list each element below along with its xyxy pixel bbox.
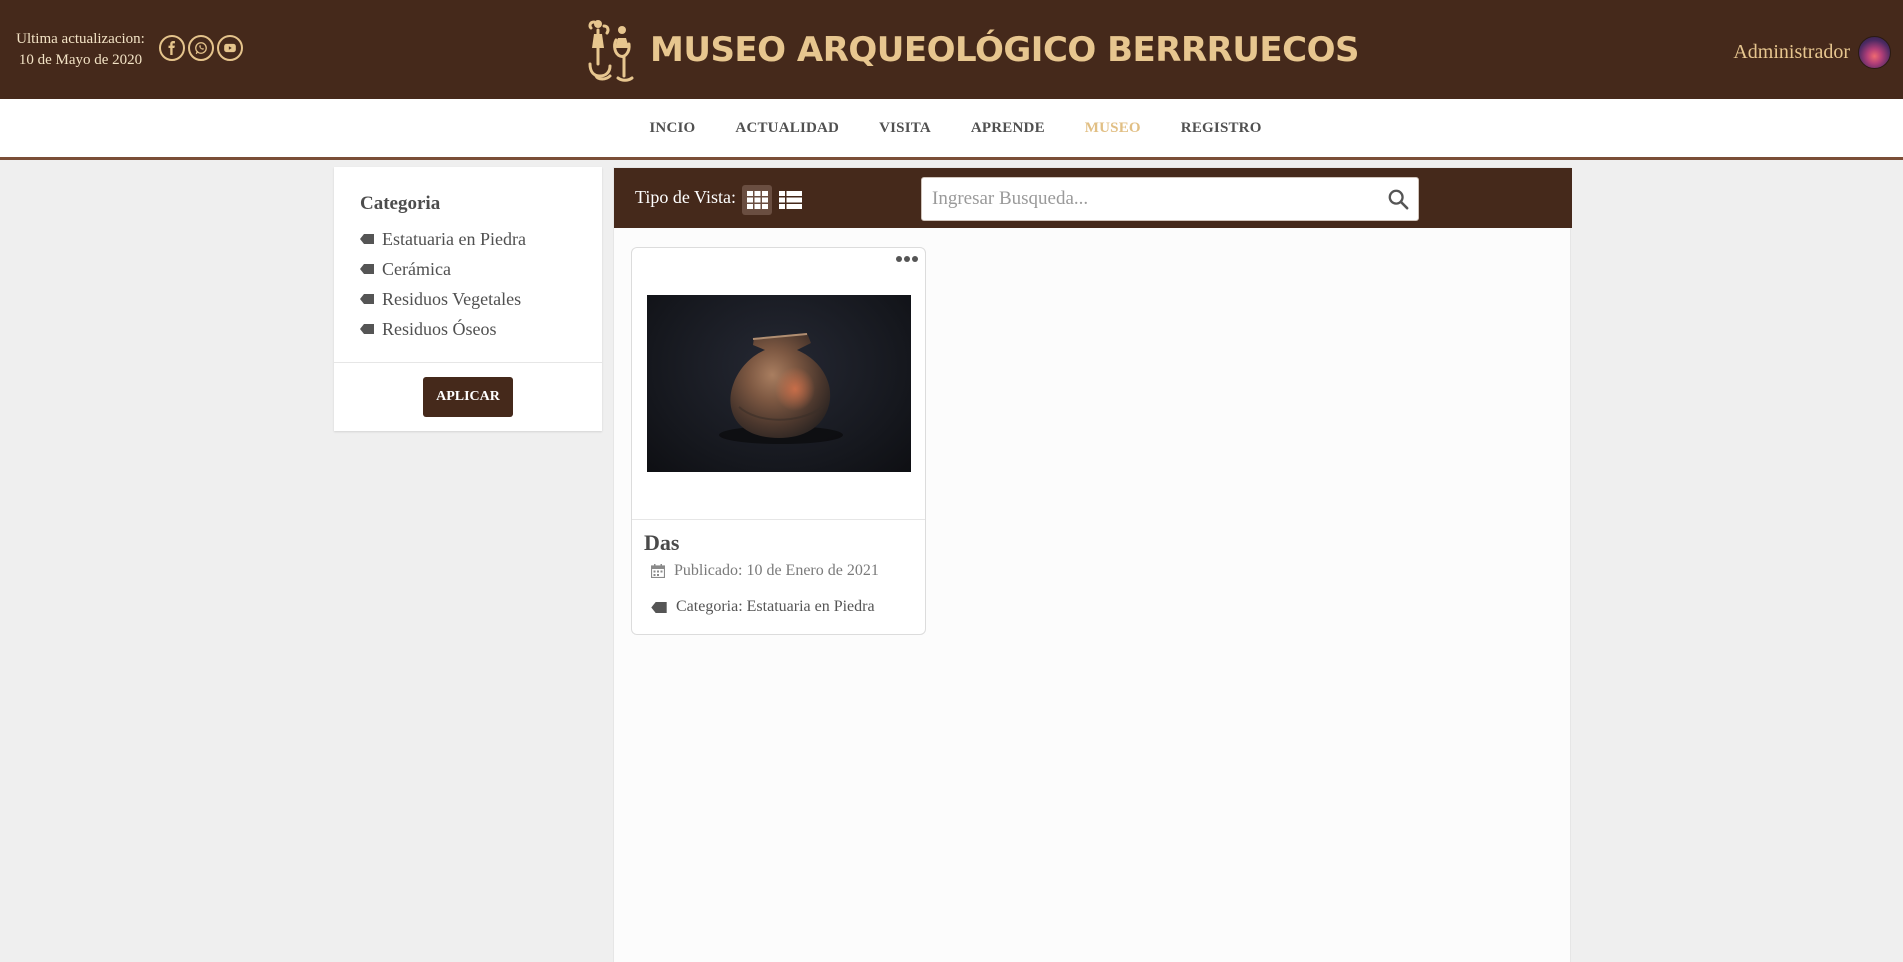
tag-icon [651, 601, 667, 613]
youtube-icon[interactable] [217, 35, 243, 61]
last-update-label: Ultima actualizacion: [16, 31, 145, 47]
top-header: Ultima actualizacion: 10 de Mayo de 2020 [0, 0, 1903, 99]
category-item-residuos-vegetales[interactable]: Residuos Vegetales [360, 284, 526, 314]
whatsapp-icon[interactable] [188, 35, 214, 61]
nav-item-registro[interactable]: REGISTRO [1161, 99, 1282, 157]
category-item-residuos-oseos[interactable]: Residuos Óseos [360, 314, 526, 344]
catalog-panel: Tipo de Vista: Ingresar Busqueda... Das … [613, 167, 1572, 962]
main-nav: INCIO ACTUALIDAD VISITA APRENDE MUSEO RE… [0, 99, 1903, 160]
category-label: Estatuaria en Piedra [382, 228, 526, 249]
tag-icon [360, 294, 374, 304]
facebook-icon[interactable] [159, 35, 185, 61]
social-links [159, 35, 243, 61]
site-logo[interactable]: MUSEO ARQUEOLÓGICO BERRRUECOS [582, 16, 1360, 84]
list-view-icon [778, 191, 802, 209]
search-box [921, 177, 1419, 221]
museum-logo-icon [588, 20, 634, 82]
collection-item-card[interactable]: Das Publicado: 10 de Enero de 2021 Categ… [631, 247, 926, 635]
nav-item-aprende[interactable]: APRENDE [951, 99, 1065, 157]
divider [334, 362, 602, 363]
category-filter-title: Categoria [360, 193, 441, 214]
category-item-ceramica[interactable]: Cerámica [360, 254, 526, 284]
published-date: Publicado: 10 de Enero de 2021 [674, 562, 879, 579]
tag-icon [360, 264, 374, 274]
tag-icon [360, 324, 374, 334]
category-filter-panel: Categoria Estatuaria en Piedra Cerámica … [334, 167, 602, 431]
last-update: Ultima actualizacion: 10 de Mayo de 2020 [8, 29, 153, 71]
calendar-icon [651, 564, 665, 578]
grid-view-button[interactable] [742, 185, 772, 215]
category-label: Residuos Vegetales [382, 288, 522, 309]
user-name: Administrador [1733, 41, 1850, 63]
category-text: Categoria: Estatuaria en Piedra [676, 598, 875, 615]
list-view-button[interactable] [775, 185, 805, 215]
category-label: Residuos Óseos [382, 318, 497, 339]
nav-items: INCIO ACTUALIDAD VISITA APRENDE MUSEO RE… [629, 99, 1281, 157]
nav-item-museo[interactable]: MUSEO [1065, 99, 1161, 157]
item-published: Publicado: 10 de Enero de 2021 [651, 562, 879, 580]
nav-item-inicio[interactable]: INCIO [629, 99, 715, 157]
item-title[interactable]: Das [644, 530, 679, 556]
item-image[interactable] [647, 295, 911, 472]
avatar[interactable] [1858, 36, 1891, 69]
site-title: MUSEO ARQUEOLÓGICO BERRRUECOS [650, 30, 1360, 70]
nav-item-actualidad[interactable]: ACTUALIDAD [715, 99, 859, 157]
catalog-toolbar: Tipo de Vista: [614, 168, 1572, 228]
view-type-label: Tipo de Vista: [635, 187, 736, 207]
apply-filter-button[interactable]: APLICAR [423, 377, 513, 417]
search-input[interactable] [922, 178, 1372, 220]
category-label: Cerámica [382, 258, 451, 279]
category-item-estatuaria[interactable]: Estatuaria en Piedra [360, 224, 526, 254]
grid-view-icon [746, 191, 768, 209]
ceramic-pot-photo [719, 333, 843, 444]
last-update-date: 10 de Mayo de 2020 [18, 52, 143, 68]
tag-icon [360, 234, 374, 244]
divider [632, 519, 925, 520]
search-icon[interactable] [1387, 188, 1409, 210]
item-category: Categoria: Estatuaria en Piedra [651, 598, 875, 616]
nav-item-visita[interactable]: VISITA [859, 99, 951, 157]
more-options-icon[interactable] [895, 253, 919, 265]
category-list: Estatuaria en Piedra Cerámica Residuos V… [360, 224, 526, 344]
user-menu[interactable]: Administrador [1733, 36, 1891, 69]
